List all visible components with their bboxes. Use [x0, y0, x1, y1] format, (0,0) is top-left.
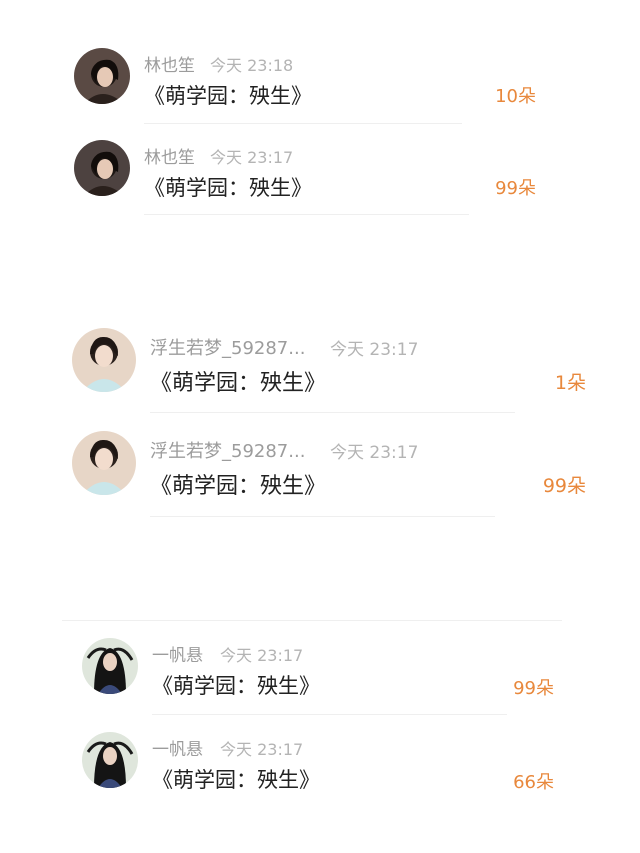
divider — [152, 714, 507, 715]
timestamp: 今天 23:17 — [210, 148, 294, 167]
avatar[interactable] — [74, 48, 130, 104]
list-item[interactable]: 一帆悬 今天 23:17 《萌学园：殃生》 66朵 — [0, 726, 640, 806]
user-name[interactable]: 一帆悬 — [152, 735, 203, 760]
avatar-girl-dark-hair-icon — [74, 140, 130, 196]
avatar-girl-light-dress-icon — [72, 328, 136, 392]
avatar[interactable] — [82, 638, 138, 694]
flower-count: 99朵 — [542, 475, 586, 497]
flower-count: 99朵 — [495, 178, 536, 199]
timestamp: 今天 23:18 — [210, 56, 294, 75]
user-name[interactable]: 浮生若梦_59287... — [150, 437, 305, 463]
work-title[interactable]: 《萌学园：殃生》 — [144, 172, 312, 202]
work-title[interactable]: 《萌学园：殃生》 — [150, 365, 326, 397]
list-item[interactable]: 浮生若梦_59287... 今天 23:17 《萌学园：殃生》 99朵 — [0, 429, 640, 509]
divider — [62, 620, 562, 621]
list-item[interactable]: 一帆悬 今天 23:17 《萌学园：殃生》 99朵 — [0, 632, 640, 712]
user-name[interactable]: 林也笙 — [144, 143, 195, 168]
list-item[interactable]: 浮生若梦_59287... 今天 23:17 《萌学园：殃生》 1朵 — [0, 326, 640, 406]
avatar-long-black-hair-icon — [82, 638, 138, 694]
flower-count: 1朵 — [554, 372, 586, 394]
divider — [144, 214, 469, 215]
avatar-long-black-hair-icon — [82, 732, 138, 788]
avatar[interactable] — [74, 140, 130, 196]
timestamp: 今天 23:17 — [330, 443, 419, 463]
divider — [150, 516, 495, 517]
timestamp: 今天 23:17 — [330, 340, 419, 360]
flower-count: 99朵 — [513, 678, 554, 699]
flower-count: 66朵 — [513, 772, 554, 793]
divider — [150, 412, 515, 413]
list-item[interactable]: 林也笙 今天 23:17 《萌学园：殃生》 99朵 — [0, 132, 640, 212]
avatar-girl-dark-hair-icon — [74, 48, 130, 104]
timestamp: 今天 23:17 — [220, 740, 304, 759]
work-title[interactable]: 《萌学园：殃生》 — [150, 468, 326, 500]
list-item[interactable]: 林也笙 今天 23:18 《萌学园：殃生》 10朵 — [0, 40, 640, 120]
avatar[interactable] — [82, 732, 138, 788]
divider — [144, 123, 462, 124]
work-title[interactable]: 《萌学园：殃生》 — [152, 670, 320, 700]
flower-count: 10朵 — [495, 86, 536, 107]
user-name[interactable]: 林也笙 — [144, 51, 195, 76]
avatar[interactable] — [72, 431, 136, 495]
user-name[interactable]: 一帆悬 — [152, 641, 203, 666]
user-name[interactable]: 浮生若梦_59287... — [150, 334, 305, 360]
work-title[interactable]: 《萌学园：殃生》 — [144, 80, 312, 110]
avatar-girl-light-dress-icon — [72, 431, 136, 495]
timestamp: 今天 23:17 — [220, 646, 304, 665]
avatar[interactable] — [72, 328, 136, 392]
work-title[interactable]: 《萌学园：殃生》 — [152, 764, 320, 794]
